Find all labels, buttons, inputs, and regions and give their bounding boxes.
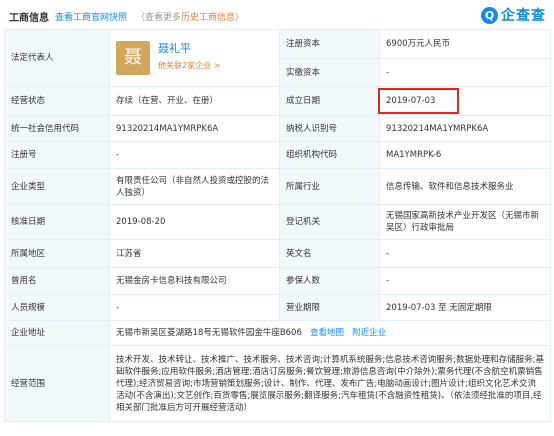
legal-rep-label: 法定代表人 [4, 29, 110, 87]
authority-label: 登记机关 [279, 204, 380, 240]
industry-value: 信息传输、软件和信息技术服务业 [379, 168, 551, 205]
former-name-label: 曾用名 [4, 267, 110, 295]
reg-no-value: - [109, 141, 280, 169]
staff-size-value: - [109, 294, 280, 321]
reg-capital-label: 注册资本 [279, 29, 380, 59]
credit-code-label: 统一社会信用代码 [4, 115, 110, 142]
english-name-value: - [379, 239, 551, 268]
nearby-companies-link[interactable]: 附近企业 [352, 328, 386, 338]
company-type-label: 企业类型 [4, 168, 110, 205]
english-name-label: 英文名 [279, 239, 380, 268]
business-term-value: 2019-07-03 至 无固定期限 [379, 294, 551, 321]
org-code-label: 组织机构代码 [279, 141, 380, 169]
section-title: 工商信息 [9, 13, 49, 24]
company-type-value: 有限责任公司（非自然人投资或控股的法人独资） [109, 168, 280, 205]
org-code-value: MA1YMRPK-6 [379, 141, 551, 169]
logo-mark-icon: Q [481, 6, 498, 24]
taxpayer-id-label: 纳税人识别号 [279, 115, 380, 142]
top-bar: 工商信息 查看工商官网快照 （查看更多历史工商信息） Q 企查查 [0, 0, 554, 30]
authority-value: 无锡国家高新技术产业开发区（无锡市新吴区）行政审批局 [379, 204, 551, 240]
history-hint: （查看更多历史工商信息） [136, 10, 244, 23]
logo-text: 企查查 [501, 8, 546, 24]
staff-size-label: 人员规模 [4, 294, 110, 321]
qichacha-logo: Q 企查查 [481, 5, 546, 25]
hint-prefix: （查看更多 [136, 13, 182, 23]
hint-suffix: ） [235, 13, 245, 23]
business-info-table: 法定代表人 聂 聂礼平 他关联2家企业 > 注册资本 6900万元人民币 实缴资… [4, 29, 551, 422]
paid-capital-label: 实缴资本 [279, 58, 380, 87]
address-label: 企业地址 [4, 320, 110, 346]
industry-label: 所属行业 [279, 168, 380, 205]
insured-label: 参保人数 [279, 267, 380, 295]
scope-label: 经营范围 [4, 345, 110, 422]
legal-rep-cell: 聂 聂礼平 他关联2家企业 > [109, 29, 280, 87]
former-name-value: 无锡金房卡信息科技有限公司 [109, 267, 280, 295]
paid-capital-value: - [379, 58, 551, 87]
official-snapshot-link[interactable]: 查看工商官网快照 [55, 10, 127, 23]
reg-capital-value: 6900万元人民币 [379, 29, 551, 59]
insured-value: - [379, 267, 551, 295]
status-value: 存续（在营、开业、在册） [109, 86, 280, 116]
approve-date-label: 核准日期 [4, 204, 110, 240]
region-label: 所属地区 [4, 239, 110, 268]
approve-date-value: 2019-08-20 [109, 204, 280, 240]
reg-no-label: 注册号 [4, 141, 110, 169]
business-term-label: 营业期限 [279, 294, 380, 321]
taxpayer-id-value: 91320214MA1YMRPK6A [379, 115, 551, 142]
avatar: 聂 [116, 41, 150, 75]
view-map-link[interactable]: 查看地图 [310, 328, 344, 338]
region-value: 江苏省 [109, 239, 280, 268]
address-value: 无锡市新吴区菱湖路18号无锡软件园金牛座B606 [116, 328, 302, 338]
address-cell: 无锡市新吴区菱湖路18号无锡软件园金牛座B606 查看地图 附近企业 [109, 320, 551, 346]
found-date-highlight-box [378, 88, 459, 114]
history-info-link[interactable]: 历史工商信息 [181, 13, 235, 23]
scope-value: 技术开发、技术转让、技术推广、技术服务、技术咨询;计算机系统服务;信息技术咨询服… [109, 345, 551, 422]
found-date-label: 成立日期 [279, 86, 380, 116]
credit-code-value: 91320214MA1YMRPK6A [109, 115, 280, 142]
status-label: 经营状态 [4, 86, 110, 116]
